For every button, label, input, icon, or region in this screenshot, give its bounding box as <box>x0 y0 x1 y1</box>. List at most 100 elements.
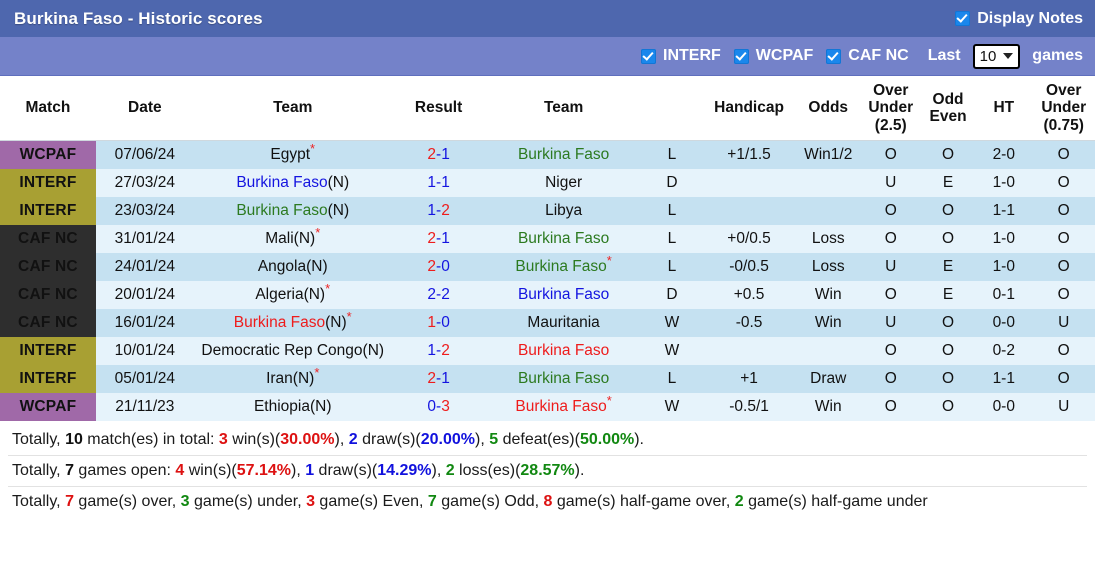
table-row[interactable]: CAF NC 20/01/24 Algeria(N)* 2-2 Burkina Faso… <box>0 280 1095 309</box>
col-away-team[interactable]: Team <box>485 76 642 142</box>
wcpaf-checkbox[interactable] <box>733 48 749 64</box>
table-row[interactable]: CAF NC 16/01/24 Burkina Faso(N)* 1-0 Maurita… <box>0 308 1095 337</box>
home-team[interactable]: Burkina Faso(N) <box>193 169 392 198</box>
home-team[interactable]: Burkina Faso(N) <box>193 197 392 225</box>
col-home-team[interactable]: Team <box>193 76 392 142</box>
table-row[interactable]: INTERF 05/01/24 Iran(N)* 2-1 Burkina Faso L +1… <box>0 364 1095 393</box>
match-date: 16/01/24 <box>95 308 194 337</box>
s2-mid3: ), <box>431 461 446 479</box>
filter-interf[interactable]: INTERF <box>641 47 721 65</box>
away-score: 2 <box>441 202 450 220</box>
s1-wins: 3 <box>218 430 228 448</box>
away-team[interactable]: Burkina Faso <box>485 224 642 253</box>
table-row[interactable]: INTERF 23/03/24 Burkina Faso(N) 1-2 Libya L O O… <box>0 197 1095 225</box>
match-date: 05/01/24 <box>95 364 194 393</box>
over-under-075-value: O <box>1032 140 1095 170</box>
home-team-name: Algeria <box>255 285 304 303</box>
away-team-name: Burkina Faso <box>517 341 610 359</box>
away-team[interactable]: Burkina Faso* <box>485 392 642 421</box>
s2-losses-pct: 28.57% <box>520 461 575 479</box>
away-score: 1 <box>441 229 450 247</box>
col-over-under-075[interactable]: Over Under (0.75) <box>1032 76 1095 142</box>
filter-cafnc[interactable]: CAF NC <box>826 47 909 65</box>
s1-mid2: ), <box>334 430 349 448</box>
display-notes-checkbox[interactable] <box>955 11 971 26</box>
handicap-value: +0/0.5 <box>702 224 796 253</box>
col-ht[interactable]: HT <box>975 76 1033 142</box>
result-letter: D <box>641 280 703 309</box>
away-team-name: Libya <box>545 202 583 220</box>
match-score: 1-1 <box>391 169 486 198</box>
games-count-select[interactable]: 10 <box>972 43 1021 69</box>
home-team-name: Burkina Faso <box>236 174 328 192</box>
result-letter: L <box>641 140 703 170</box>
table-row[interactable]: CAF NC 24/01/24 Angola(N) 2-0 Burkina Faso* L… <box>0 252 1095 281</box>
match-date: 27/03/24 <box>95 169 194 198</box>
chevron-down-icon <box>1003 53 1014 59</box>
s3-over-text: game(s) over, <box>73 492 181 510</box>
interf-checkbox[interactable] <box>641 48 657 64</box>
home-team[interactable]: Democratic Rep Congo(N) <box>193 336 392 365</box>
away-score: 2 <box>441 285 450 303</box>
home-score: 2 <box>427 146 437 164</box>
away-team[interactable]: Burkina Faso <box>485 280 642 309</box>
match-type-badge: CAF NC <box>0 224 96 253</box>
table-row[interactable]: CAF NC 31/01/24 Mali(N)* 2-1 Burkina Faso L +0… <box>0 224 1095 253</box>
home-team[interactable]: Algeria(N)* <box>193 280 392 309</box>
away-team[interactable]: Burkina Faso <box>485 364 642 393</box>
over-under-075-value: O <box>1032 364 1095 393</box>
home-score: 2 <box>427 229 437 247</box>
away-team-star: * <box>606 252 612 268</box>
col-odds[interactable]: Odds <box>795 76 861 142</box>
halftime-score: 0-1 <box>975 280 1033 309</box>
home-team[interactable]: Mali(N)* <box>193 224 392 253</box>
table-header-row: Match Date Team Result Team Handicap Odd… <box>0 76 1095 142</box>
match-date: 31/01/24 <box>95 224 194 253</box>
table-row[interactable]: INTERF 27/03/24 Burkina Faso(N) 1-1 Niger D U E… <box>0 169 1095 198</box>
home-team-neutral: (N) <box>309 397 332 415</box>
home-team[interactable]: Angola(N) <box>193 252 392 281</box>
home-team-name: Iran <box>266 369 293 387</box>
away-team[interactable]: Burkina Faso <box>485 140 642 170</box>
interf-label: INTERF <box>663 47 721 64</box>
table-row[interactable]: WCPAF 07/06/24 Egypt* 2-1 Burkina Faso L +1/1.… <box>0 140 1095 170</box>
display-notes-toggle[interactable]: Display Notes <box>955 10 1083 28</box>
col-ou075-l3: (0.75) <box>1043 116 1084 134</box>
home-team[interactable]: Egypt* <box>193 140 392 170</box>
s1-defeats: 5 <box>489 430 499 448</box>
away-team[interactable]: Burkina Faso* <box>485 252 642 281</box>
col-date[interactable]: Date <box>95 76 194 142</box>
table-row[interactable]: WCPAF 21/11/23 Ethiopia(N) 0-3 Burkina Faso*… <box>0 392 1095 421</box>
s1-draws: 2 <box>348 430 358 448</box>
halftime-score: 0-0 <box>975 308 1033 337</box>
title-bar: Burkina Faso - Historic scores Display N… <box>0 0 1095 37</box>
away-team[interactable]: Burkina Faso <box>485 336 642 365</box>
col-odd-even[interactable]: Odd Even <box>920 76 976 142</box>
col-oddeven-l1: Odd <box>932 90 964 108</box>
table-row[interactable]: INTERF 10/01/24 Democratic Rep Congo(N) 1-2… <box>0 336 1095 365</box>
odds-value: Win <box>795 308 861 337</box>
away-score: 0 <box>441 313 450 331</box>
handicap-value: +0.5 <box>702 280 796 309</box>
col-over-under-25[interactable]: Over Under (2.5) <box>860 76 921 142</box>
home-team[interactable]: Iran(N)* <box>193 364 392 393</box>
away-score: 1 <box>441 174 450 192</box>
s3-under: 3 <box>180 492 190 510</box>
cafnc-checkbox[interactable] <box>826 48 842 64</box>
col-result[interactable]: Result <box>391 76 486 142</box>
home-team[interactable]: Ethiopia(N) <box>193 392 392 421</box>
away-team[interactable]: Libya <box>485 197 642 225</box>
halftime-score: 0-2 <box>975 336 1033 365</box>
col-match[interactable]: Match <box>0 76 96 142</box>
s2-draws-pct: 14.29% <box>377 461 432 479</box>
last-label: Last <box>927 47 961 64</box>
filter-wcpaf[interactable]: WCPAF <box>733 47 813 65</box>
away-team[interactable]: Niger <box>485 169 642 198</box>
home-team[interactable]: Burkina Faso(N)* <box>193 308 392 337</box>
home-team-name: Burkina Faso <box>236 202 328 220</box>
home-score: 0 <box>427 397 437 415</box>
away-team[interactable]: Mauritania <box>485 308 642 337</box>
handicap-value: -0.5/1 <box>702 392 796 421</box>
home-team-name: Mali <box>265 229 294 247</box>
col-handicap[interactable]: Handicap <box>702 76 796 142</box>
